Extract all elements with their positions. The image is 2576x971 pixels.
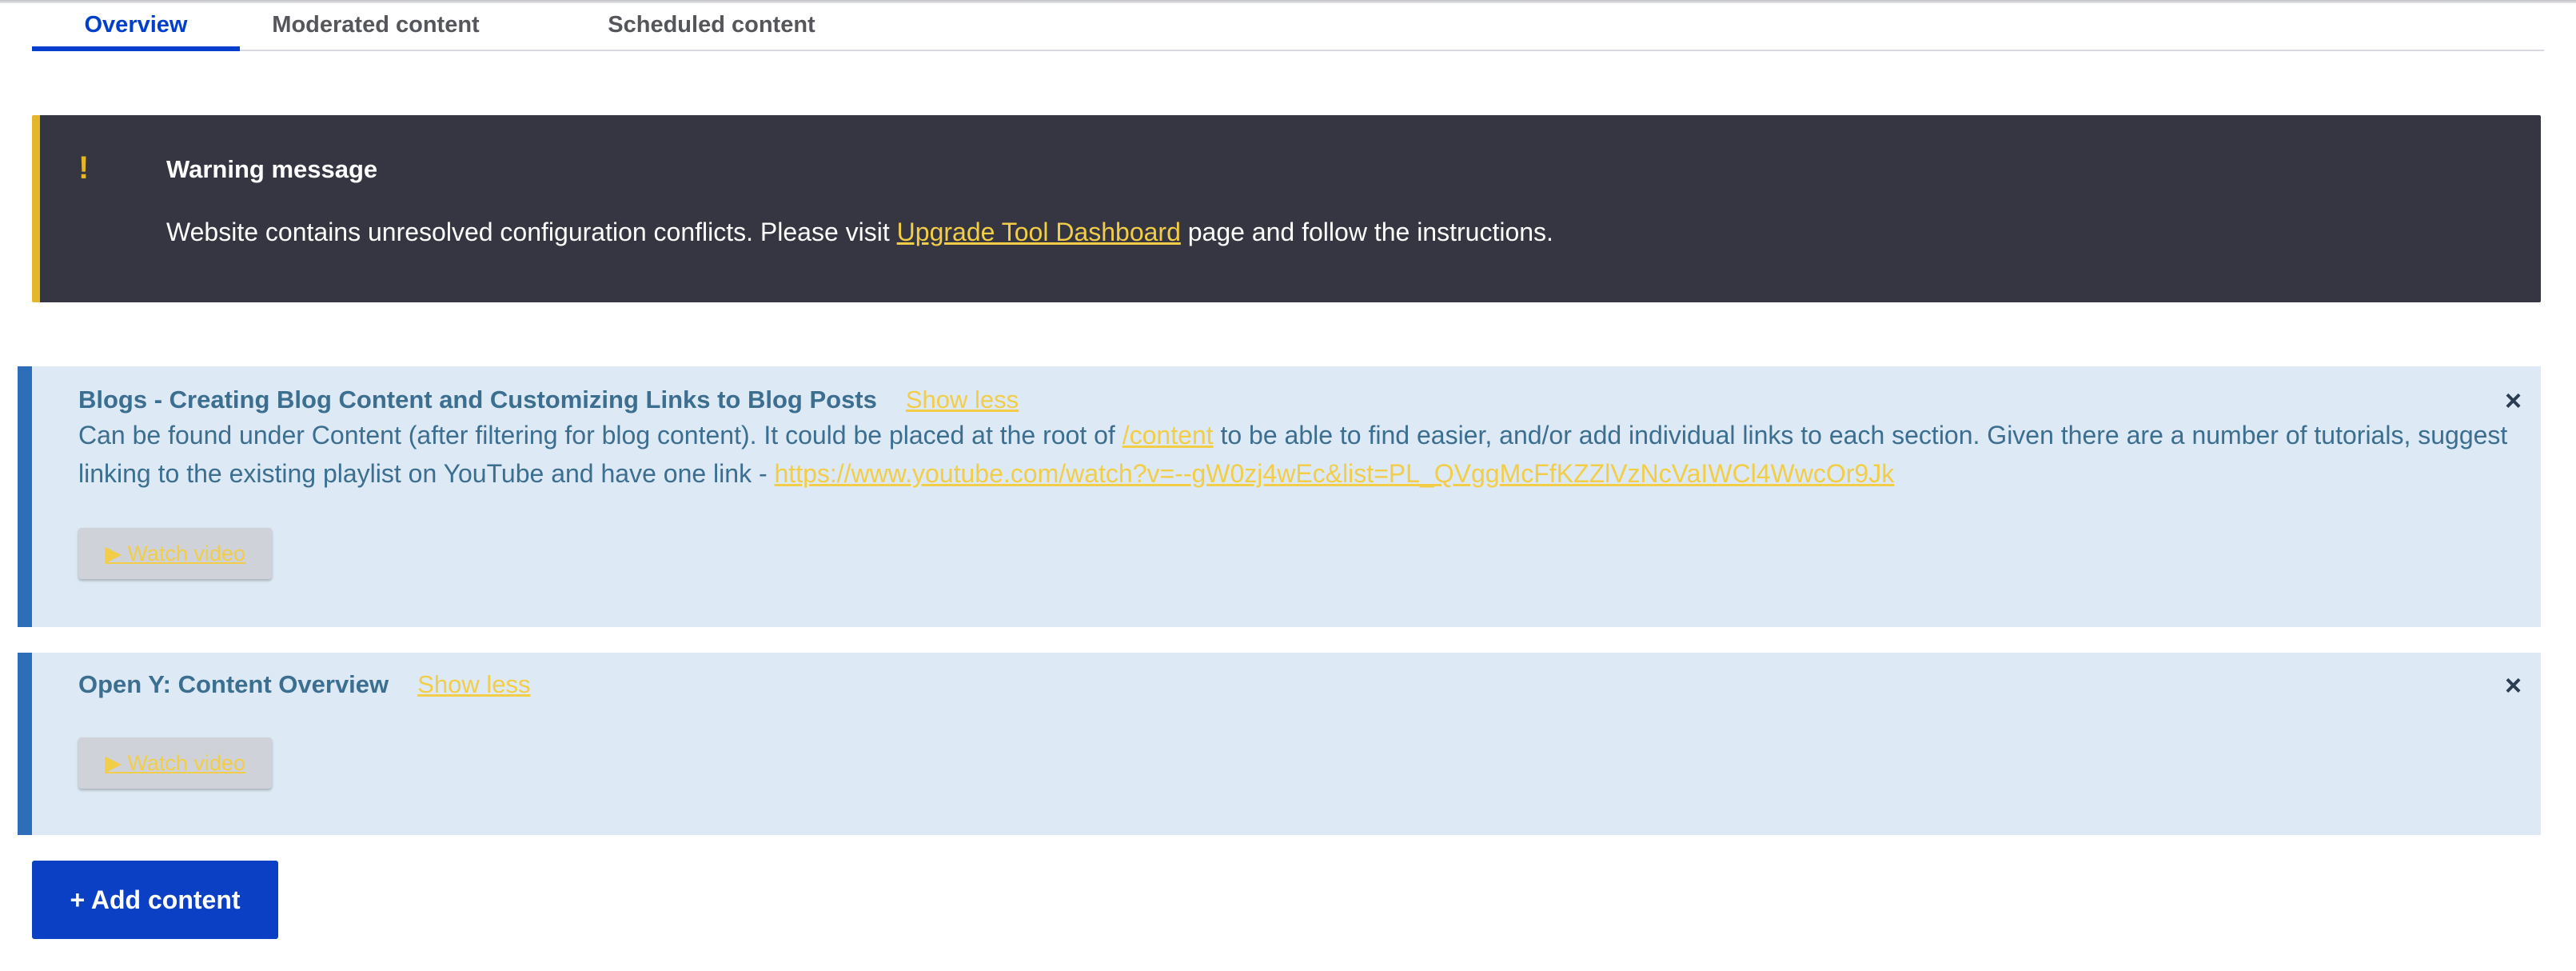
- warning-message: ! Warning message Website contains unres…: [32, 115, 2541, 302]
- show-less-link[interactable]: Show less: [417, 670, 530, 698]
- watch-video-button[interactable]: ▶ Watch video: [78, 737, 272, 789]
- help-body: Can be found under Content (after filter…: [78, 416, 2509, 493]
- youtube-playlist-link[interactable]: https://www.youtube.com/watch?v=--gW0zj4…: [775, 459, 1895, 488]
- content-tabs: Overview Moderated content Scheduled con…: [32, 0, 2544, 51]
- warning-text-after: page and follow the instructions.: [1180, 218, 1553, 246]
- tab-overview[interactable]: Overview: [32, 0, 240, 51]
- show-less-link[interactable]: Show less: [906, 386, 1019, 414]
- help-body-text-1: Can be found under Content (after filter…: [78, 421, 1123, 450]
- warning-title: Warning message: [166, 155, 378, 183]
- tab-scheduled-content[interactable]: Scheduled content: [592, 0, 831, 50]
- add-content-button[interactable]: + Add content: [32, 861, 278, 939]
- warning-icon: !: [78, 150, 90, 186]
- tab-moderated-content[interactable]: Moderated content: [256, 0, 496, 50]
- help-title: Open Y: Content Overview Show less: [78, 670, 530, 699]
- content-link[interactable]: /content: [1123, 421, 1214, 450]
- upgrade-tool-dashboard-link[interactable]: Upgrade Tool Dashboard: [897, 218, 1181, 246]
- help-title-text: Open Y: Content Overview: [78, 670, 389, 698]
- help-block-blogs: Blogs - Creating Blog Content and Custom…: [18, 366, 2541, 627]
- close-icon[interactable]: ×: [2505, 384, 2522, 418]
- help-title-text: Blogs - Creating Blog Content and Custom…: [78, 386, 877, 414]
- watch-video-button[interactable]: ▶ Watch video: [78, 528, 272, 579]
- help-title: Blogs - Creating Blog Content and Custom…: [78, 386, 1019, 414]
- warning-text-before: Website contains unresolved configuratio…: [166, 218, 897, 246]
- warning-text: Website contains unresolved configuratio…: [166, 218, 1553, 247]
- help-block-content-overview: Open Y: Content Overview Show less × ▶ Wa…: [18, 653, 2541, 835]
- close-icon[interactable]: ×: [2505, 669, 2522, 702]
